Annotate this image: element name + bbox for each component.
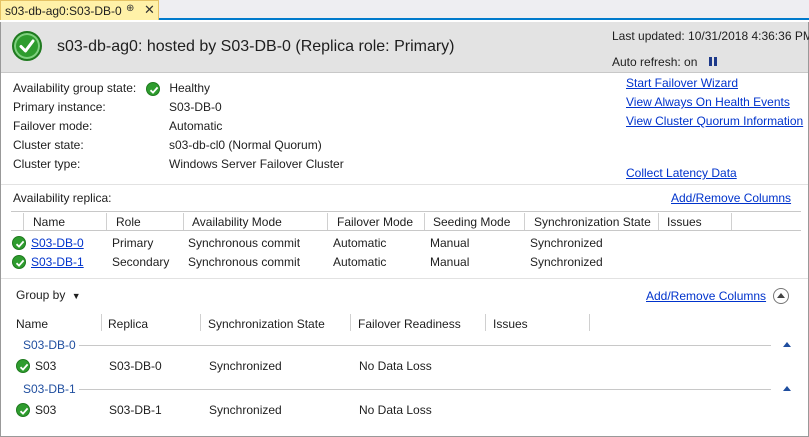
column-divider <box>658 213 659 230</box>
start-failover-wizard-link[interactable]: Start Failover Wizard <box>626 76 738 90</box>
healthy-status-icon <box>12 31 42 61</box>
replica-role: Secondary <box>112 255 170 269</box>
db-sync-state: Synchronized <box>209 403 282 417</box>
document-tab[interactable]: s03-db-ag0:S03-DB-0 ⊕ ✕ <box>0 0 159 20</box>
page-title: s03-db-ag0: hosted by S03-DB-0 (Replica … <box>57 38 455 55</box>
summary-value-cluster-state: s03-db-cl0 (Normal Quorum) <box>169 138 322 152</box>
group-divider <box>79 389 771 390</box>
summary-label-cluster-state: Cluster state: <box>13 138 84 152</box>
column-divider <box>183 213 184 230</box>
db-replica: S03-DB-0 <box>109 359 162 373</box>
db-col-header-replica[interactable]: Replica <box>108 317 148 331</box>
view-health-events-link[interactable]: View Always On Health Events <box>626 95 790 109</box>
last-updated-text: Last updated: 10/31/2018 4:36:36 PM <box>612 29 809 43</box>
column-divider <box>524 213 525 230</box>
healthy-check-icon <box>16 403 30 417</box>
separator <box>1 278 808 279</box>
summary-value-ag-state: Healthy <box>146 81 210 96</box>
healthy-check-icon <box>12 255 26 269</box>
replica-role: Primary <box>112 236 154 250</box>
column-divider <box>101 314 102 331</box>
summary-value-cluster-type: Windows Server Failover Cluster <box>169 157 344 171</box>
db-failover-readiness: No Data Loss <box>359 359 432 373</box>
db-name: S03 <box>35 403 57 417</box>
group-header[interactable]: S03-DB-1 <box>23 382 76 396</box>
replica-availability-mode: Synchronous commit <box>188 236 301 250</box>
replica-add-remove-columns-link[interactable]: Add/Remove Columns <box>671 191 791 205</box>
separator <box>1 184 808 185</box>
replica-seeding-mode: Manual <box>430 255 470 269</box>
column-divider <box>350 314 351 331</box>
summary-value-primary: S03-DB-0 <box>169 100 222 114</box>
column-divider <box>731 213 732 230</box>
column-divider <box>424 213 425 230</box>
collapse-section-icon[interactable] <box>773 288 789 304</box>
summary-value-failover: Automatic <box>169 119 223 133</box>
document-tab-strip: s03-db-ag0:S03-DB-0 ⊕ ✕ <box>0 0 809 20</box>
chevron-down-icon: ▼ <box>71 291 81 301</box>
close-icon[interactable]: ✕ <box>144 2 155 18</box>
col-header-issues[interactable]: Issues <box>667 215 702 229</box>
healthy-check-icon <box>146 81 160 96</box>
replica-sync-state: Synchronized <box>530 236 603 250</box>
summary-label-ag-state: Availability group state: <box>13 81 137 95</box>
column-divider <box>106 213 107 230</box>
db-replica: S03-DB-1 <box>109 403 162 417</box>
collapse-group-icon[interactable] <box>783 386 791 391</box>
column-divider <box>327 213 328 230</box>
replica-sync-state: Synchronized <box>530 255 603 269</box>
column-divider <box>23 213 24 230</box>
collapse-group-icon[interactable] <box>783 342 791 347</box>
db-col-header-name[interactable]: Name <box>16 317 48 331</box>
group-by-label: Group by <box>16 288 66 302</box>
view-cluster-quorum-link[interactable]: View Cluster Quorum Information <box>626 114 803 128</box>
summary-label-cluster-type: Cluster type: <box>13 157 81 171</box>
column-divider <box>485 314 486 331</box>
replica-section-label: Availability replica: <box>13 191 112 205</box>
replica-availability-mode: Synchronous commit <box>188 255 301 269</box>
collect-latency-data-link[interactable]: Collect Latency Data <box>626 166 737 180</box>
group-header[interactable]: S03-DB-0 <box>23 338 76 352</box>
replica-failover-mode: Automatic <box>333 255 387 269</box>
col-header-role[interactable]: Role <box>116 215 141 229</box>
db-failover-readiness: No Data Loss <box>359 403 432 417</box>
summary-label-failover: Failover mode: <box>13 119 93 133</box>
col-header-availability-mode[interactable]: Availability Mode <box>192 215 282 229</box>
healthy-check-icon <box>16 359 30 373</box>
db-add-remove-columns-link[interactable]: Add/Remove Columns <box>646 289 766 303</box>
dashboard-frame: s03-db-ag0: hosted by S03-DB-0 (Replica … <box>0 22 809 437</box>
column-divider <box>200 314 201 331</box>
ag-state-value: Healthy <box>169 81 211 95</box>
summary-label-primary: Primary instance: <box>13 100 106 114</box>
replica-seeding-mode: Manual <box>430 236 470 250</box>
dashboard-header: s03-db-ag0: hosted by S03-DB-0 (Replica … <box>1 22 809 73</box>
auto-refresh-text: Auto refresh: on <box>612 55 698 69</box>
replica-name-link[interactable]: S03-DB-1 <box>31 255 84 269</box>
db-col-header-issues[interactable]: Issues <box>493 317 528 331</box>
column-divider <box>589 314 590 331</box>
replica-name-link[interactable]: S03-DB-0 <box>31 236 84 250</box>
db-col-header-sync-state[interactable]: Synchronization State <box>208 317 325 331</box>
col-header-sync-state[interactable]: Synchronization State <box>534 215 651 229</box>
healthy-check-icon <box>12 236 26 250</box>
tab-title: s03-db-ag0:S03-DB-0 <box>5 3 122 18</box>
db-name: S03 <box>35 359 57 373</box>
pin-icon[interactable]: ⊕ <box>126 3 134 14</box>
col-header-seeding-mode[interactable]: Seeding Mode <box>433 215 510 229</box>
db-sync-state: Synchronized <box>209 359 282 373</box>
pause-icon[interactable] <box>709 57 718 66</box>
replica-failover-mode: Automatic <box>333 236 387 250</box>
group-divider <box>79 345 771 346</box>
db-col-header-failover-readiness[interactable]: Failover Readiness <box>358 317 461 331</box>
group-by-dropdown[interactable]: Group by ▼ <box>16 288 81 302</box>
replica-table-header: Name Role Availability Mode Failover Mod… <box>11 211 801 231</box>
col-header-name[interactable]: Name <box>33 215 65 229</box>
col-header-failover-mode[interactable]: Failover Mode <box>337 215 413 229</box>
